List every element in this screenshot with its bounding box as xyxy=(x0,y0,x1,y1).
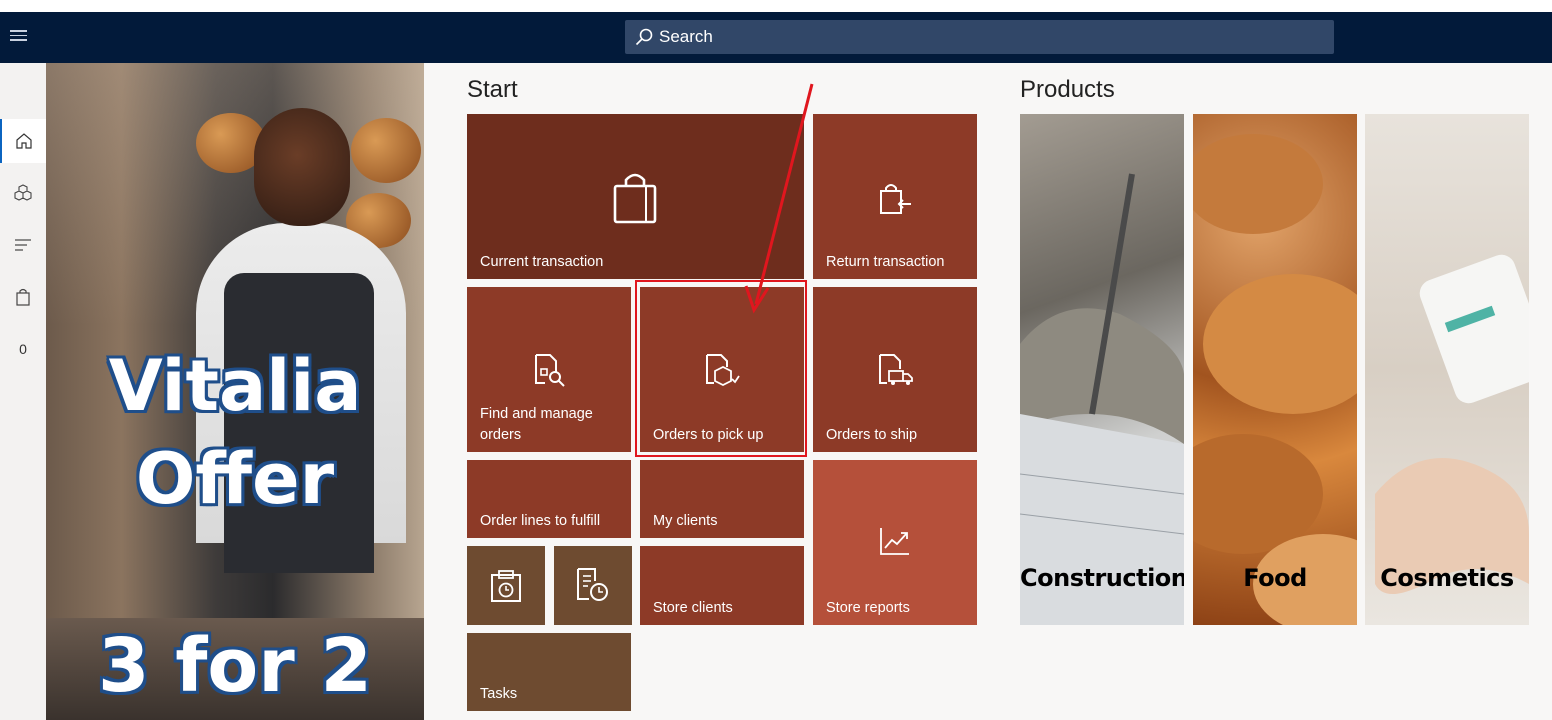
cart-count[interactable]: 0 xyxy=(0,327,46,371)
nav-products[interactable] xyxy=(0,171,46,215)
tile-label: Return transaction xyxy=(826,254,945,270)
cosmetics-image xyxy=(1375,254,1529,594)
tile-store-reports[interactable]: Store reports xyxy=(813,460,977,625)
tile-label: Find and manage orders xyxy=(480,406,593,443)
top-bar: Search xyxy=(0,12,1552,63)
tile-label: Order lines to fulfill xyxy=(480,513,601,529)
time-clock-icon xyxy=(491,570,521,602)
nav-list[interactable] xyxy=(0,223,46,267)
annotation-arrow xyxy=(744,83,814,314)
top-gap xyxy=(0,0,1552,12)
promo-title-line1: Vitalia xyxy=(108,345,362,427)
person-head xyxy=(254,108,350,226)
chart-trend-icon xyxy=(880,528,909,555)
tile-find-manage-orders[interactable]: Find and manage orders xyxy=(467,287,631,452)
tile-order-lines-to-fulfill[interactable]: Order lines to fulfill xyxy=(467,460,631,538)
tile-return-transaction[interactable]: Return transaction xyxy=(813,114,977,279)
food-image xyxy=(1193,134,1357,625)
nav-home[interactable] xyxy=(0,119,46,163)
product-food[interactable]: Food xyxy=(1193,114,1357,625)
tile-my-clients[interactable]: My clients xyxy=(640,460,804,538)
shipping-truck-icon xyxy=(879,354,913,385)
products-icon xyxy=(14,184,32,201)
tile-store-clients[interactable]: Store clients xyxy=(640,546,804,625)
tile-label: Store reports xyxy=(826,600,910,616)
timesheet-icon xyxy=(577,568,608,601)
search-label: Search xyxy=(659,27,713,46)
cart-count-value: 0 xyxy=(19,341,27,357)
home-icon xyxy=(16,133,32,149)
products-section-title: Products xyxy=(1020,76,1115,103)
start-section-title: Start xyxy=(467,76,518,103)
bread-decoration xyxy=(351,118,421,183)
tile-label: Current transaction xyxy=(480,254,604,270)
tile-label: Orders to pick up xyxy=(653,427,764,443)
tile-orders-to-ship[interactable]: Orders to ship xyxy=(813,287,977,452)
tile-label: Store clients xyxy=(653,600,733,616)
search-icon xyxy=(635,28,653,46)
find-orders-icon xyxy=(535,354,565,387)
hamburger-menu-icon[interactable] xyxy=(10,30,30,46)
pick-up-orders-icon xyxy=(706,354,740,387)
list-icon xyxy=(15,239,31,251)
tile-label: My clients xyxy=(653,513,718,529)
product-label: Cosmetics xyxy=(1380,564,1514,592)
promo-title-line3: 3 for 2 xyxy=(97,623,373,709)
product-cosmetics[interactable]: Cosmetics xyxy=(1365,114,1529,625)
nav-bag[interactable] xyxy=(0,275,46,319)
promo-title-line2: Offer xyxy=(135,438,335,520)
tile-tasks[interactable]: Tasks xyxy=(467,633,631,711)
tile-timesheet[interactable] xyxy=(554,546,632,625)
shopping-bag-icon xyxy=(613,173,657,224)
tile-label: Tasks xyxy=(480,686,518,702)
bag-icon xyxy=(16,288,30,306)
left-nav: 0 xyxy=(0,63,46,720)
tile-time-clock[interactable] xyxy=(467,546,545,625)
product-construction[interactable]: Construction xyxy=(1020,114,1184,625)
search-box[interactable]: Search xyxy=(625,20,1334,54)
construction-image xyxy=(1020,173,1184,625)
tile-label: Orders to ship xyxy=(826,427,918,443)
return-bag-icon xyxy=(880,184,911,214)
product-label: Construction xyxy=(1020,564,1184,592)
product-label: Food xyxy=(1243,564,1307,592)
promo-banner[interactable]: Vitalia Offer 3 for 2 xyxy=(46,63,424,720)
